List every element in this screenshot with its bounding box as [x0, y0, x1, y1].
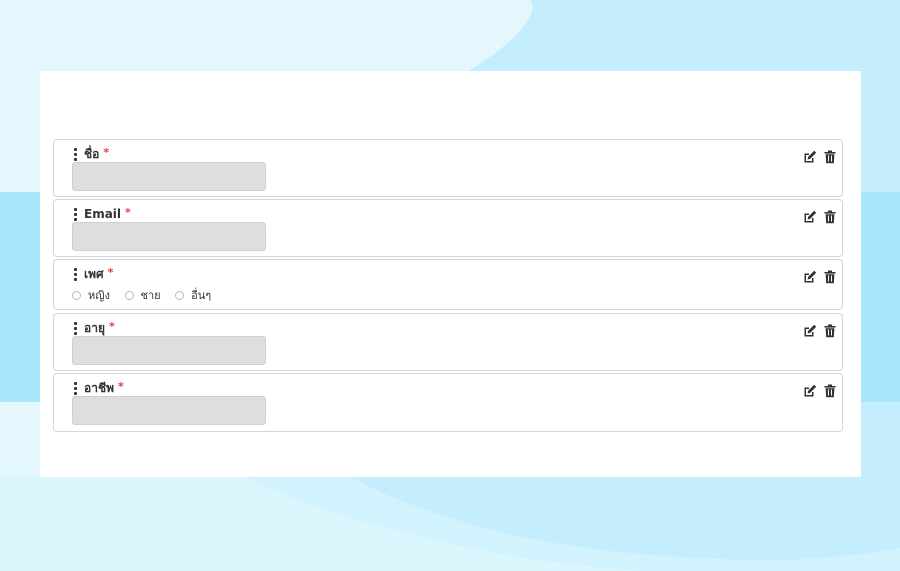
required-asterisk: * — [103, 146, 110, 159]
field-label-text: อาชีพ — [84, 381, 114, 395]
radio-label: อื่นๆ — [191, 289, 212, 302]
drag-handle-icon[interactable] — [73, 322, 79, 335]
field-label: เพศ * — [84, 265, 113, 283]
drag-handle-icon[interactable] — [73, 268, 79, 281]
field-occupation: อาชีพ * — [53, 373, 843, 432]
field-age: อายุ * — [53, 313, 843, 371]
field-label: ชื่อ * — [84, 145, 109, 163]
gender-radio-group: หญิง ชาย อื่นๆ — [72, 289, 222, 303]
field-email: Email * — [53, 199, 843, 257]
field-label: อาชีพ * — [84, 379, 124, 397]
trash-icon[interactable] — [823, 150, 837, 164]
radio-label: ชาย — [140, 289, 161, 302]
age-input[interactable] — [72, 336, 266, 365]
required-asterisk: * — [107, 266, 114, 279]
trash-icon[interactable] — [823, 384, 837, 398]
field-label-text: ชื่อ — [84, 147, 100, 161]
required-asterisk: * — [118, 380, 124, 393]
drag-handle-icon[interactable] — [73, 208, 79, 221]
edit-icon[interactable] — [803, 150, 817, 164]
field-label: Email * — [84, 205, 131, 223]
radio-option-other[interactable]: อื่นๆ — [175, 289, 211, 303]
radio-label: หญิง — [88, 289, 110, 302]
radio-circle-icon[interactable] — [72, 291, 81, 300]
field-label-text: อายุ — [84, 321, 105, 335]
radio-circle-icon[interactable] — [124, 291, 134, 300]
drag-handle-icon[interactable] — [73, 382, 79, 395]
edit-icon[interactable] — [803, 324, 817, 338]
field-label-text: Email — [84, 207, 122, 221]
field-gender: เพศ * หญิง ชาย อื่นๆ — [53, 259, 843, 310]
trash-icon[interactable] — [823, 270, 837, 284]
radio-circle-icon[interactable] — [175, 291, 185, 300]
radio-option-female[interactable]: หญิง — [72, 289, 110, 303]
required-asterisk: * — [108, 320, 115, 333]
trash-icon[interactable] — [823, 324, 837, 338]
email-input[interactable] — [72, 222, 266, 251]
drag-handle-icon[interactable] — [73, 148, 79, 161]
occupation-input[interactable] — [72, 396, 266, 425]
form-card: ชื่อ * Email * เพศ * หญิง ชาย อื่นๆ อายุ… — [40, 71, 861, 477]
trash-icon[interactable] — [823, 210, 837, 224]
field-name: ชื่อ * — [53, 139, 843, 197]
field-label: อายุ * — [84, 319, 115, 337]
radio-option-male[interactable]: ชาย — [124, 289, 161, 303]
edit-icon[interactable] — [803, 384, 817, 398]
edit-icon[interactable] — [803, 210, 817, 224]
edit-icon[interactable] — [803, 270, 817, 284]
name-input[interactable] — [72, 162, 266, 191]
required-asterisk: * — [125, 206, 131, 219]
field-label-text: เพศ — [84, 267, 104, 281]
